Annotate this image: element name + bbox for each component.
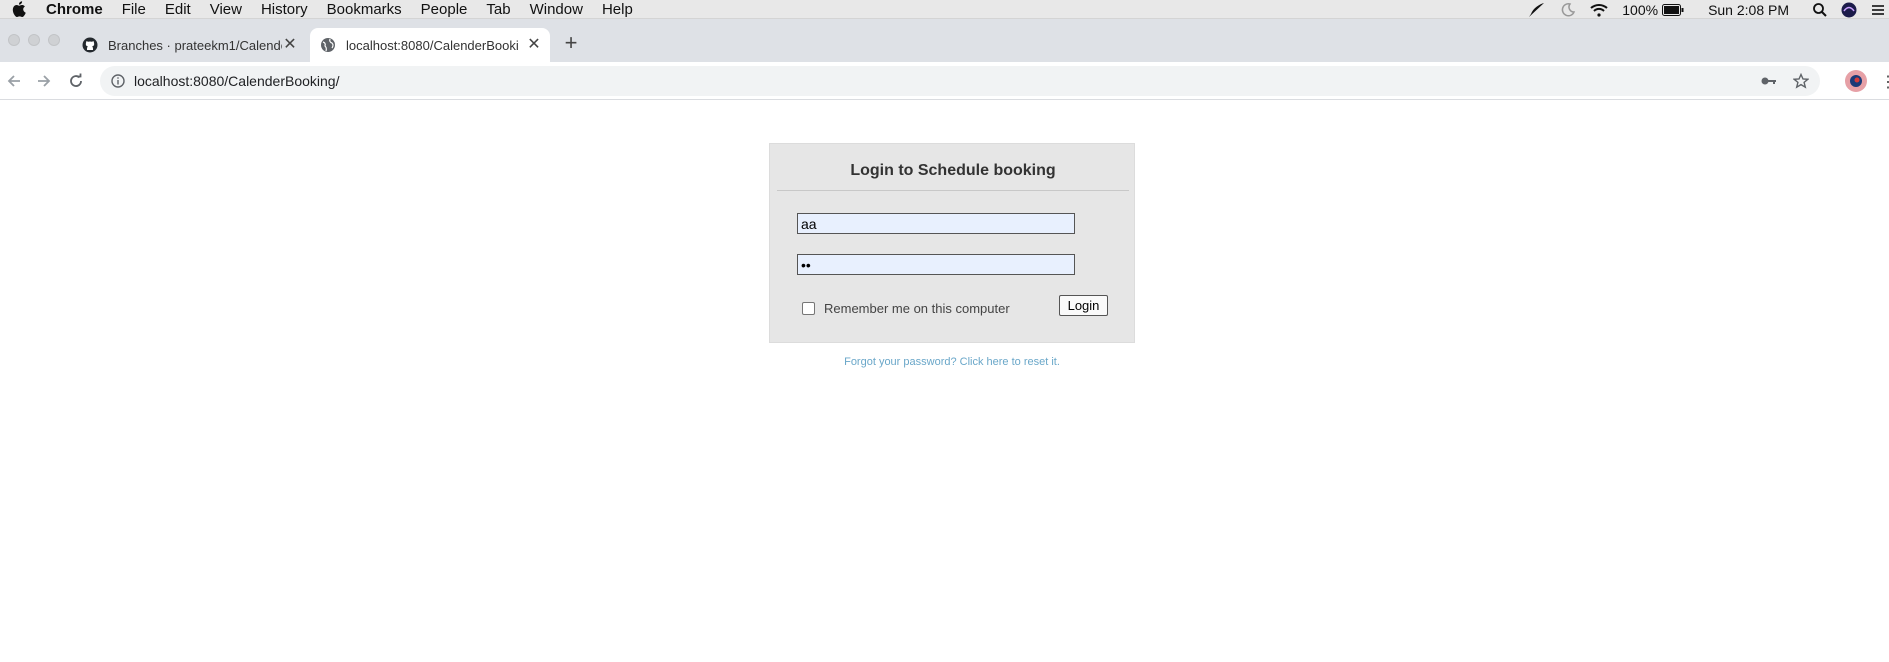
reload-button[interactable] — [66, 71, 86, 91]
info-icon[interactable] — [110, 73, 126, 89]
login-button[interactable]: Login — [1059, 295, 1108, 316]
macos-menubar: Chrome File Edit View History Bookmarks … — [0, 0, 1889, 19]
forgot-password-link[interactable]: Forgot your password? Click here to rese… — [769, 356, 1135, 368]
username-input[interactable] — [797, 213, 1075, 234]
chrome-menu-icon[interactable]: ⋮ — [1880, 72, 1889, 91]
address-bar[interactable]: localhost:8080/CalenderBooking/ — [100, 66, 1820, 96]
github-icon — [82, 37, 98, 53]
menu-view[interactable]: View — [210, 1, 242, 18]
spotlight-icon[interactable] — [1813, 2, 1827, 17]
menu-history[interactable]: History — [261, 1, 308, 18]
menu-tab[interactable]: Tab — [486, 1, 510, 18]
password-input[interactable] — [797, 254, 1075, 275]
tab-localhost[interactable]: localhost:8080/CalenderBooki ✕ — [310, 28, 550, 62]
window-close-button[interactable] — [8, 34, 20, 46]
tab-close-icon[interactable]: ✕ — [282, 37, 298, 53]
menu-bookmarks[interactable]: Bookmarks — [327, 1, 402, 18]
window-minimize-button[interactable] — [28, 34, 40, 46]
globe-icon — [320, 37, 336, 53]
remember-me-label: Remember me on this computer — [824, 301, 1010, 316]
login-title: Login to Schedule booking — [777, 151, 1129, 191]
menu-people[interactable]: People — [421, 1, 468, 18]
back-button[interactable] — [4, 71, 24, 91]
login-panel: Login to Schedule booking Remember me on… — [769, 143, 1135, 343]
forward-button[interactable] — [34, 71, 54, 91]
siri-icon[interactable] — [1841, 2, 1857, 18]
tab-strip: Branches · prateekm1/Calende ✕ localhost… — [0, 19, 1889, 62]
control-center-icon[interactable] — [1871, 4, 1885, 16]
wifi-icon[interactable] — [1590, 3, 1608, 17]
battery-percent: 100% — [1622, 1, 1659, 18]
browser-toolbar: localhost:8080/CalenderBooking/ ⋮ — [0, 62, 1889, 100]
menu-app-chrome[interactable]: Chrome — [46, 1, 103, 18]
bookmark-star-icon[interactable] — [1792, 72, 1810, 90]
feather-icon[interactable] — [1528, 2, 1546, 18]
clock[interactable]: Sun 2:08 PM — [1708, 2, 1789, 18]
remember-me-row[interactable]: Remember me on this computer — [802, 301, 1010, 316]
status-area: 100% Sun 2:08 PM — [1528, 0, 1889, 19]
tab-title: localhost:8080/CalenderBooki — [346, 37, 519, 53]
menu-file[interactable]: File — [122, 1, 146, 18]
key-icon[interactable] — [1760, 72, 1778, 90]
apple-menu-icon[interactable] — [12, 1, 30, 17]
tab-title: Branches · prateekm1/Calende — [108, 37, 282, 53]
menu-window[interactable]: Window — [530, 1, 583, 18]
remember-me-checkbox[interactable] — [802, 302, 815, 315]
moon-icon[interactable] — [1560, 2, 1576, 18]
menu-help[interactable]: Help — [602, 1, 633, 18]
url-text[interactable]: localhost:8080/CalenderBooking/ — [134, 73, 339, 89]
tab-close-icon[interactable]: ✕ — [526, 37, 542, 53]
menu-edit[interactable]: Edit — [165, 1, 191, 18]
window-zoom-button[interactable] — [48, 34, 60, 46]
profile-avatar[interactable] — [1845, 70, 1867, 92]
new-tab-button[interactable]: + — [560, 32, 582, 55]
battery-icon[interactable] — [1662, 3, 1684, 16]
tab-branches[interactable]: Branches · prateekm1/Calende ✕ — [72, 28, 306, 62]
